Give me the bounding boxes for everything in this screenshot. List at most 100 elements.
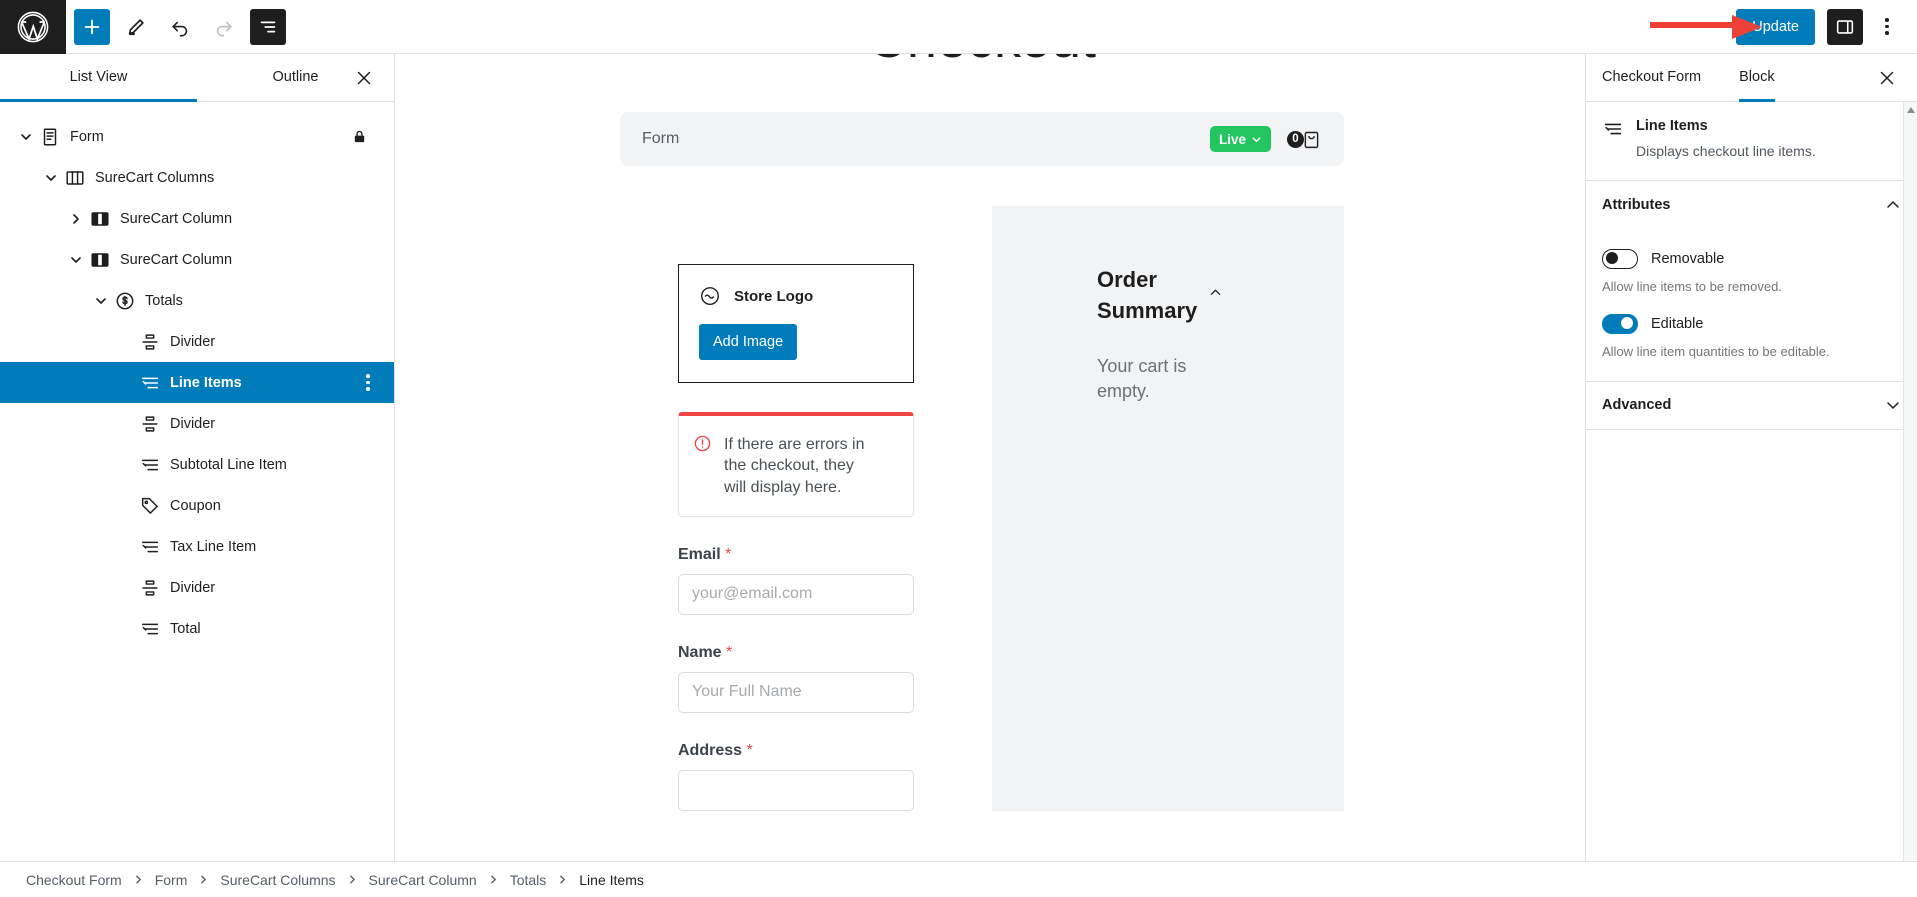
list-view-panel: List View Outline FormSureCart ColumnsSu… [0,54,395,897]
page-title: Checkout [395,54,1569,66]
name-input[interactable] [678,672,914,713]
attributes-section-header[interactable]: Attributes [1586,181,1917,229]
tree-chevron-placeholder [114,330,138,354]
form-label: Form [642,130,1210,148]
tree-chevron-placeholder [114,576,138,600]
store-logo-block[interactable]: Store Logo Add Image [678,264,914,383]
block-tree-item-label: Coupon [170,498,221,514]
store-logo-label: Store Logo [734,288,813,305]
tab-list-view[interactable]: List View [0,54,197,101]
close-inspector-icon[interactable] [1873,64,1901,92]
chevron-down-icon[interactable] [39,166,63,190]
editable-toggle-label: Editable [1651,316,1703,332]
block-tree-item[interactable]: Subtotal Line Item [0,444,394,485]
block-tree-item[interactable]: Divider [0,321,394,362]
block-tree-item[interactable]: Totals [0,280,394,321]
block-tree-item[interactable]: Form [0,116,394,157]
block-tree-item[interactable]: Coupon [0,485,394,526]
block-tree-item[interactable]: SureCart Columns [0,157,394,198]
tree-chevron-placeholder [114,453,138,477]
inspector-tabs: Checkout Form Block [1586,54,1917,102]
error-notice-text: If there are errors in the checkout, the… [724,434,874,498]
checkout-columns: Store Logo Add Image If there are errors… [620,206,1344,811]
address-field-label: Address * [678,742,914,760]
block-options-button[interactable] [356,368,380,398]
editor-top-bar: Update [0,0,1917,54]
chevron-down-icon[interactable] [64,248,88,272]
address-input[interactable] [678,770,914,811]
order-summary-title[interactable]: Order Summary [1097,264,1201,326]
block-tree-item[interactable]: Tax Line Item [0,526,394,567]
block-tree-item[interactable]: Divider [0,403,394,444]
block-tree-item-label: Divider [170,580,215,596]
block-tree-item-label: SureCart Column [120,252,232,268]
undo-button[interactable] [162,9,198,45]
tree-chevron-placeholder [114,412,138,436]
email-input[interactable] [678,574,914,615]
chevron-right-icon[interactable] [64,207,88,231]
block-tree-item-label: SureCart Column [120,211,232,227]
block-tree-item-label: Divider [170,416,215,432]
breadcrumb-item[interactable]: Totals [510,872,547,888]
line-items-icon [1602,118,1624,140]
chevron-up-icon[interactable] [1209,286,1222,299]
error-notice-block: If there are errors in the checkout, the… [678,412,914,517]
line-items-icon [138,535,162,559]
columns-icon [63,166,87,190]
chevron-up-icon [1885,197,1901,213]
wordpress-logo-icon[interactable] [0,0,66,54]
block-tree-item[interactable]: SureCart Column [0,198,394,239]
more-options-button[interactable] [1869,9,1905,45]
block-tree-item-label: Tax Line Item [170,539,256,555]
update-button[interactable]: Update [1736,9,1815,45]
block-tree-item[interactable]: SureCart Column [0,239,394,280]
block-tree-item[interactable]: Divider [0,567,394,608]
removable-toggle[interactable] [1602,249,1638,269]
advanced-section-header[interactable]: Advanced [1586,382,1917,430]
tree-chevron-placeholder [114,371,138,395]
settings-sidebar-toggle-button[interactable] [1827,9,1863,45]
live-status-badge[interactable]: Live [1210,126,1271,152]
form-icon [38,125,62,149]
breadcrumb-separator-icon [488,874,499,885]
inspector-scrollbar[interactable] [1903,102,1917,897]
chevron-down-icon[interactable] [14,125,38,149]
attributes-section-body: Removable Allow line items to be removed… [1586,229,1917,382]
block-tree-item-label: Total [170,621,201,637]
selected-block-card: Line Items Displays checkout line items. [1586,102,1917,181]
block-inspector-panel: Checkout Form Block Line Items Displays … [1585,54,1917,897]
selected-block-description: Displays checkout line items. [1636,142,1816,162]
breadcrumb-separator-icon [557,874,568,885]
block-tree-item[interactable]: Line Items [0,362,394,403]
breadcrumb-item[interactable]: Form [155,872,188,888]
edit-tool-button[interactable] [118,9,154,45]
block-inserter-button[interactable] [74,9,110,45]
cart-widget[interactable]: 0 [1287,129,1322,150]
block-tree-item-label: Totals [145,293,183,309]
tab-block[interactable]: Block [1739,54,1774,101]
breadcrumb-item[interactable]: SureCart Column [369,872,477,888]
divider-icon [138,330,162,354]
add-image-button[interactable]: Add Image [699,324,797,360]
tree-chevron-placeholder [114,494,138,518]
block-tree-item[interactable]: Total [0,608,394,649]
tab-checkout-form[interactable]: Checkout Form [1602,54,1701,101]
redo-button[interactable] [206,9,242,45]
tree-chevron-placeholder [114,617,138,641]
line-items-icon [138,453,162,477]
editor-canvas: Checkout Form Live 0 [395,54,1585,897]
required-marker: * [725,546,731,563]
divider-icon [138,412,162,436]
editable-toggle[interactable] [1602,314,1638,334]
list-view-toggle-button[interactable] [250,9,286,45]
scroll-up-icon[interactable] [1904,102,1917,118]
breadcrumb-item[interactable]: Checkout Form [26,872,122,888]
breadcrumb-item[interactable]: SureCart Columns [220,872,335,888]
chevron-down-icon[interactable] [89,289,113,313]
close-list-view-icon[interactable] [350,64,378,92]
breadcrumb-separator-icon [133,874,144,885]
breadcrumb-item[interactable]: Line Items [579,872,644,888]
chevron-down-icon [1885,397,1901,413]
tag-icon [138,494,162,518]
line-items-icon [138,371,162,395]
